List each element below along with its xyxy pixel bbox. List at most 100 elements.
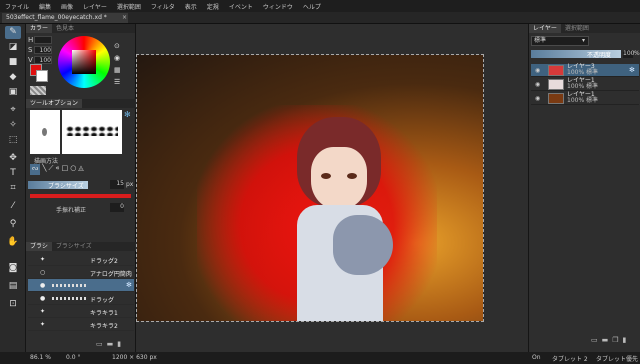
character-eye-left [321, 173, 331, 179]
opacity-slider[interactable]: 不透明度 [531, 50, 621, 59]
layer-row[interactable]: ◉ レイヤー1 100% 標準 [531, 78, 639, 91]
move-icon[interactable]: ✥ [5, 152, 21, 165]
settings-gear-icon[interactable]: ✻ [629, 66, 635, 74]
blend-mode-select[interactable]: 標準 ▾ [531, 36, 589, 46]
menu-view[interactable]: 表示 [180, 2, 202, 11]
tab-brush-size[interactable]: ブラシサイズ [52, 242, 96, 251]
zoom-level[interactable]: 86.1 % [30, 354, 51, 361]
list-item[interactable]: ○ アナログ円筒肉 [28, 266, 134, 279]
grid-mode-icon[interactable]: ▦ [114, 64, 132, 76]
channel-s-field[interactable]: 100 [34, 45, 52, 54]
list-item[interactable]: ✦ キラキラ2 [28, 318, 134, 331]
menu-bar: ファイル 編集 画像 レイヤー 選択範囲 フィルタ 表示 定規 イベント ウィン… [0, 0, 640, 12]
color-wheel[interactable] [58, 36, 110, 88]
pointer-icon[interactable]: ✎ [5, 26, 21, 39]
channel-h-field[interactable] [34, 35, 52, 44]
menu-ruler[interactable]: 定規 [202, 2, 224, 11]
eye-icon[interactable]: ◉ [535, 67, 540, 74]
brush-icon: ● [40, 295, 46, 302]
zoom-icon[interactable]: ⚲ [5, 218, 21, 231]
gradient-icon[interactable]: ▣ [5, 86, 21, 99]
stabilizer-label: 手振れ補正 [56, 207, 87, 214]
fill-icon[interactable]: ◆ [5, 71, 21, 84]
document-tab[interactable]: 503effect_flame_00eyecatch.xd * × [2, 13, 128, 23]
list-item[interactable]: ✦ キラキラ1 [28, 305, 134, 318]
new-layer-icon[interactable]: ▭ [591, 336, 598, 344]
wheel-mode-icon[interactable]: ◉ [114, 52, 132, 64]
folder-icon[interactable]: ▬ [602, 336, 609, 344]
rotation-angle[interactable]: 0.0 ° [66, 354, 80, 361]
brush-preview-small [30, 110, 60, 154]
menu-filter[interactable]: フィルタ [146, 2, 180, 11]
menu-selection[interactable]: 選択範囲 [112, 2, 146, 11]
brush-name: ドラッグ2 [90, 258, 118, 265]
tablet-priority: タブレット優先 [596, 356, 639, 363]
screen-mode-icon[interactable]: ▤ [5, 280, 21, 293]
tab-color[interactable]: カラー [26, 24, 53, 33]
eraser-icon[interactable]: ◪ [5, 41, 21, 54]
list-item[interactable]: ● ✻ [28, 279, 134, 292]
circle-icon[interactable]: ○ [70, 164, 76, 175]
transparent-swatch[interactable] [30, 86, 46, 95]
eye-icon[interactable]: ◉ [535, 81, 540, 88]
secondary-color-swatch[interactable] [36, 70, 48, 82]
menu-help[interactable]: ヘルプ [298, 2, 326, 11]
pen-status: On [532, 354, 541, 361]
select-icon[interactable]: ⬚ [5, 134, 21, 147]
tab-layers[interactable]: レイヤー [529, 24, 561, 33]
menu-layer[interactable]: レイヤー [78, 2, 112, 11]
brush-size-highlight [30, 194, 131, 198]
crop-icon[interactable]: ⌗ [5, 182, 21, 195]
folder-icon[interactable]: ▬ [107, 340, 114, 348]
trash-icon[interactable]: ▮ [117, 340, 121, 348]
eyedropper-icon[interactable]: ⁄ [5, 200, 21, 213]
menu-event[interactable]: イベント [224, 2, 258, 11]
layer-row[interactable]: ◉ レイヤー1 100% 標準 [531, 92, 639, 105]
saturation-value-square[interactable] [72, 50, 96, 74]
menu-image[interactable]: 画像 [56, 2, 78, 11]
close-icon[interactable]: × [122, 13, 127, 23]
stabilizer-row[interactable]: 手振れ補正 0 [28, 202, 132, 214]
brush-size-row[interactable]: ブラシサイズ 15 px [28, 179, 133, 191]
menu-window[interactable]: ウィンドウ [258, 2, 298, 11]
settings-gear-icon[interactable]: ✻ [126, 281, 132, 289]
eye-icon[interactable]: ◉ [535, 95, 540, 102]
polyline-icon[interactable]: ⟋ [48, 164, 53, 175]
duplicate-icon[interactable]: ❐ [612, 336, 618, 344]
list-mode-icon[interactable]: ☰ [114, 76, 132, 88]
tab-selection[interactable]: 選択範囲 [561, 24, 593, 33]
freehand-icon[interactable]: ᔓ [30, 164, 41, 175]
magic-wand-icon[interactable]: ✧ [5, 119, 21, 132]
tablet-status: タブレット 2 [552, 356, 588, 363]
trash-icon[interactable]: ▮ [623, 336, 627, 344]
opacity-field[interactable]: 100 [623, 50, 634, 58]
tab-brush[interactable]: ブラシ [26, 242, 52, 251]
stabilizer-field[interactable]: 0 [110, 203, 124, 212]
settings-gear-icon[interactable]: ✻ [124, 110, 131, 119]
artwork-canvas[interactable] [136, 54, 484, 322]
list-item[interactable]: ✦ ドラッグ2 [28, 253, 134, 266]
curve-icon[interactable]: « [55, 164, 59, 175]
brush-name: キラキラ1 [90, 310, 118, 317]
new-brush-icon[interactable]: ▭ [96, 340, 103, 348]
text-icon[interactable]: T [5, 167, 21, 180]
character-plush [333, 215, 393, 275]
tab-swatches[interactable]: 色見本 [52, 24, 78, 33]
brush-icon: ✦ [40, 308, 46, 315]
color-picker-icon[interactable]: ⊙ [114, 40, 132, 52]
square-icon[interactable]: □ [62, 164, 69, 175]
document-tab-label: 503effect_flame_00eyecatch.xd * [6, 14, 107, 21]
menu-file[interactable]: ファイル [0, 2, 34, 11]
hand-icon[interactable]: ✋ [5, 236, 21, 249]
line-icon[interactable]: ╲ [42, 164, 46, 175]
lock-icon[interactable]: ⊡ [5, 298, 21, 311]
channel-v-field[interactable]: 100 [34, 55, 52, 64]
list-item[interactable]: ● ドラッグ [28, 292, 134, 305]
quick-mask-icon[interactable]: ◙ [5, 262, 21, 275]
rect-icon[interactable]: ■ [5, 56, 21, 69]
polygon-icon[interactable]: ◬ [78, 164, 83, 175]
brush-size-field[interactable]: 15 [110, 180, 124, 189]
lasso-icon[interactable]: ⌖ [5, 104, 21, 117]
layer-row[interactable]: ◉ レイヤー3 100% 標準 ✻ [531, 64, 639, 77]
menu-edit[interactable]: 編集 [34, 2, 56, 11]
